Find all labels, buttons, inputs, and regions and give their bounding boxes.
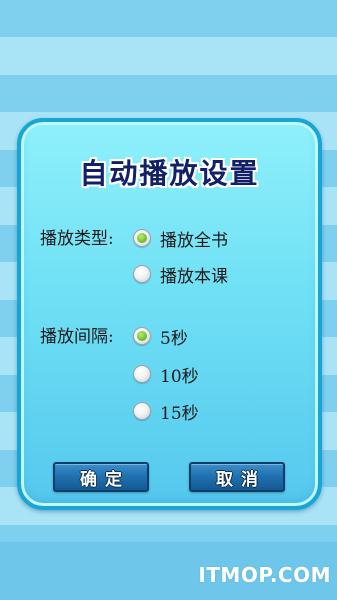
radio-button-icon (133, 402, 151, 420)
radio-play-whole-book[interactable]: 播放全书 (133, 226, 228, 251)
radio-label: 播放全书 (160, 230, 228, 251)
radio-button-icon (133, 365, 151, 383)
cancel-button[interactable]: 取消 (189, 462, 285, 492)
radio-button-icon (133, 229, 151, 247)
play-type-label: 播放类型: (40, 229, 114, 249)
radio-button-icon (133, 265, 151, 283)
radio-label: 播放本课 (160, 266, 228, 287)
radio-label: 15秒 (160, 403, 199, 424)
watermark: ITMOP.COM (198, 563, 331, 587)
radio-label: 5秒 (160, 328, 188, 349)
radio-interval-10s[interactable]: 10秒 (133, 362, 199, 387)
radio-button-icon (133, 327, 151, 345)
interval-label: 播放间隔: (40, 327, 114, 347)
radio-interval-5s[interactable]: 5秒 (133, 324, 188, 349)
radio-play-this-lesson[interactable]: 播放本课 (133, 262, 228, 287)
confirm-button-label: 确定 (80, 469, 130, 490)
radio-interval-15s[interactable]: 15秒 (133, 399, 199, 424)
confirm-button[interactable]: 确定 (53, 462, 149, 492)
auto-play-settings-dialog: 自动播放设置 播放类型: 播放全书 播放本课 播放间隔: 5秒 10秒 15秒 … (17, 118, 322, 510)
radio-label: 10秒 (160, 366, 199, 387)
cancel-button-label: 取消 (216, 469, 266, 490)
dialog-title: 自动播放设置 (79, 157, 260, 190)
